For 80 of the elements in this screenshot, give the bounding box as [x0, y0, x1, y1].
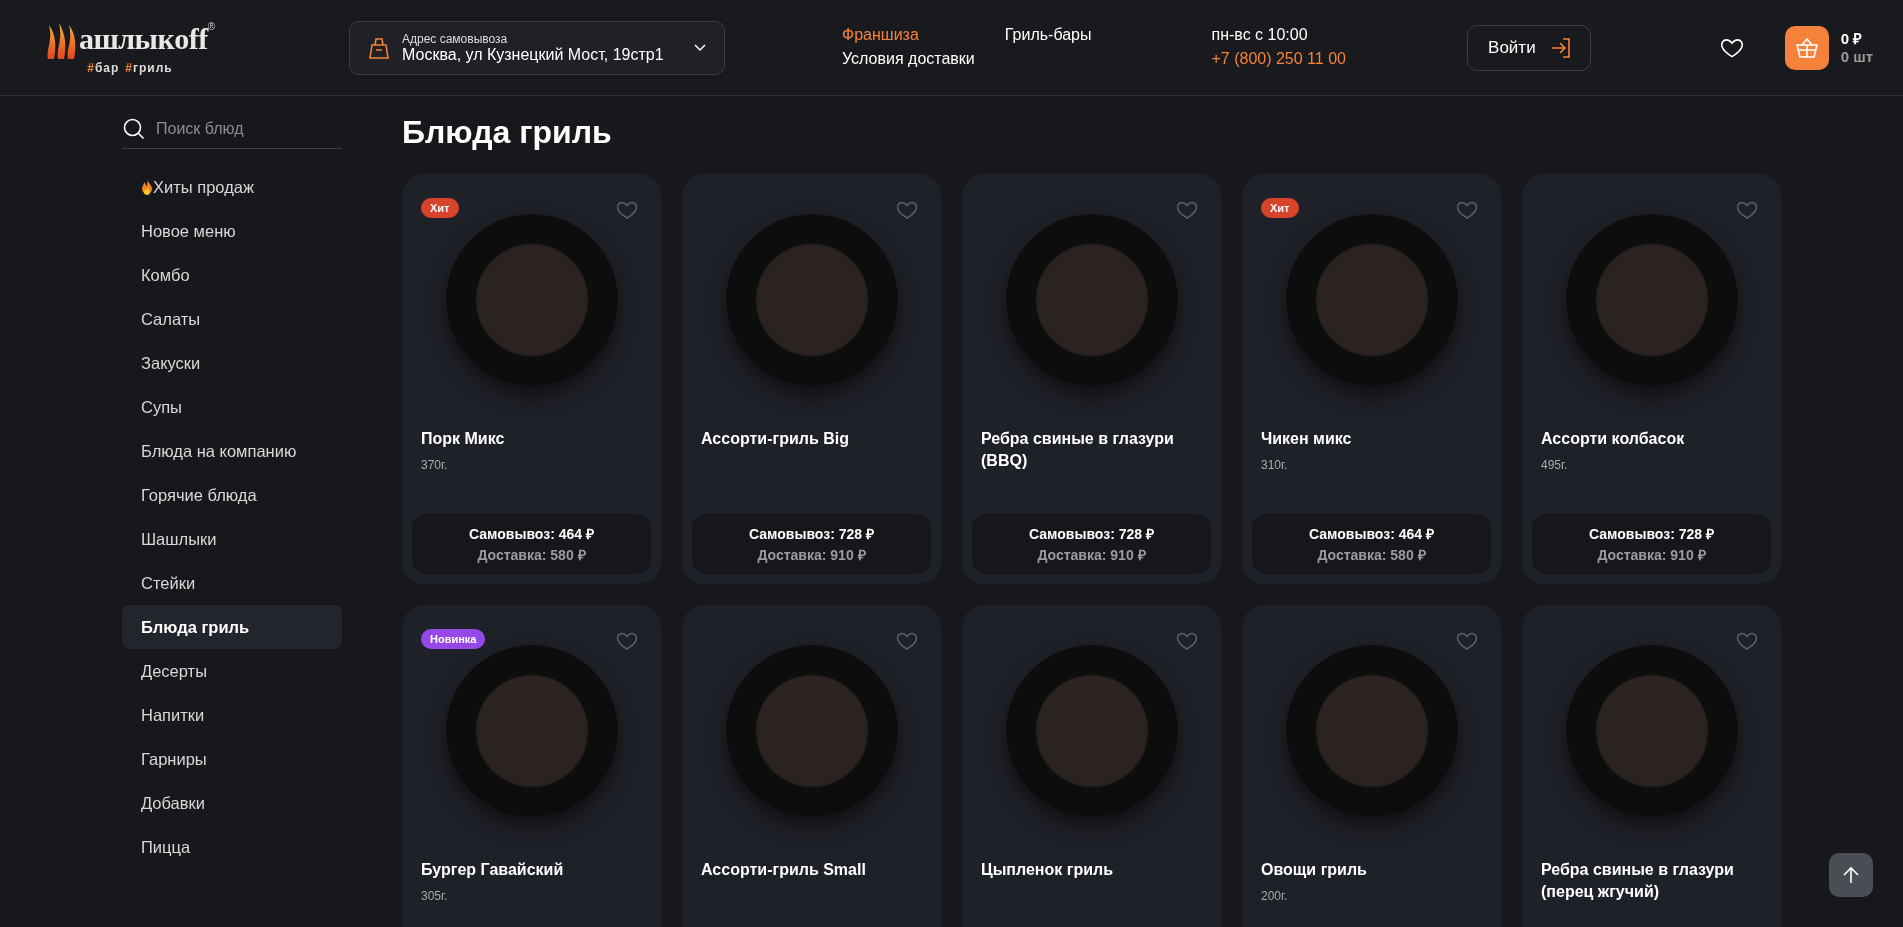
fire-icon	[141, 179, 153, 195]
product-card[interactable]: Овощи гриль 200г.	[1242, 605, 1501, 927]
product-weight: 370г.	[421, 458, 449, 472]
delivery-price: Доставка: 580 ₽	[1317, 546, 1426, 564]
nav-link[interactable]: Условия доставки	[842, 50, 975, 68]
address-selector[interactable]: Адрес самовывоза Москва, ул Кузнецкий Мост, 19стр1	[349, 20, 725, 75]
opening-hours: пн-вс с 10:00	[1211, 26, 1309, 44]
arrow-up-icon	[1842, 866, 1860, 884]
product-card[interactable]: Ребра свиные в глазури (BBQ) Самовывоз: 728 ₽ Доставка: 910 ₽	[962, 174, 1221, 584]
delivery-price: Доставка: 580 ₽	[477, 546, 586, 564]
product-name: Бургер Гавайский	[421, 860, 565, 880]
cart-count: 0 шт	[1840, 47, 1873, 66]
cart-sum: 0 ₽	[1840, 29, 1864, 48]
category-item[interactable]: Десерты	[122, 649, 342, 693]
pickup-price: Самовывоз: 464 ₽	[469, 525, 594, 543]
product-name: Ассорти-гриль Small	[701, 860, 867, 880]
category-item[interactable]: Комбо	[122, 253, 342, 297]
category-item[interactable]: Закуски	[122, 341, 342, 385]
product-card[interactable]: Ассорти-гриль Small	[682, 605, 941, 927]
pickup-price: Самовывоз: 728 ₽	[1029, 525, 1154, 543]
nav-link[interactable]: Гриль-бары	[1004, 26, 1092, 44]
product-card[interactable]: Цыпленок гриль	[962, 605, 1221, 927]
category-item[interactable]: Стейки	[122, 561, 342, 605]
delivery-price: Доставка: 910 ₽	[1597, 546, 1706, 564]
product-name: Ассорти-гриль Big	[701, 429, 850, 449]
bag-icon	[368, 35, 390, 60]
product-name: Ребра свиные в глазури (перец жгучий)	[1541, 860, 1735, 902]
product-weight: 310г.	[1261, 458, 1289, 472]
nav-link[interactable]: Франшиза	[842, 26, 975, 44]
pickup-price: Самовывоз: 464 ₽	[1309, 525, 1434, 543]
category-item[interactable]: Горячие блюда	[122, 473, 342, 517]
pickup-price: Самовывоз: 728 ₽	[749, 525, 874, 543]
product-name: Овощи гриль	[1261, 860, 1368, 880]
login-button[interactable]: Войти	[1467, 24, 1591, 71]
page-title: Блюда гриль	[402, 113, 613, 152]
product-card[interactable]: Ребра свиные в глазури (перец жгучий)	[1522, 605, 1781, 927]
phone-link[interactable]: +7 (800) 250 11 00	[1211, 50, 1346, 68]
product-name: Чикен микс	[1261, 429, 1353, 449]
scroll-top-button[interactable]	[1829, 853, 1873, 897]
address-label: Адрес самовывоза	[402, 31, 509, 46]
product-name: Цыпленок гриль	[981, 860, 1115, 880]
product-name: Порк Микс	[421, 429, 506, 449]
product-weight: 200г.	[1261, 889, 1289, 903]
pickup-price: Самовывоз: 728 ₽	[1589, 525, 1714, 543]
address-value: Москва, ул Кузнецкий Мост, 19стр1	[402, 45, 665, 64]
category-item[interactable]: Блюда гриль	[122, 605, 342, 649]
login-icon	[1549, 36, 1572, 59]
registered-mark: ®	[207, 20, 216, 32]
category-item[interactable]: Супы	[122, 385, 342, 429]
category-item[interactable]: Гарниры	[122, 737, 342, 781]
logo-tagline: #бар	[87, 60, 120, 75]
product-card[interactable]: Хит Порк Микс 370г. Самовывоз: 464 ₽ Доставка: 580 ₽	[402, 174, 661, 584]
product-badge: Новинка	[421, 629, 486, 649]
delivery-price: Доставка: 910 ₽	[1037, 546, 1146, 564]
product-name: Ассорти колбасок	[1541, 429, 1686, 449]
product-card[interactable]: Новинка Бургер Гавайский 305г.	[402, 605, 661, 927]
delivery-price: Доставка: 910 ₽	[757, 546, 866, 564]
search-icon	[122, 117, 146, 141]
category-item[interactable]: Напитки	[122, 693, 342, 737]
category-item[interactable]: Салаты	[122, 297, 342, 341]
product-card[interactable]: Хит Чикен микс 310г. Самовывоз: 464 ₽ Доставка: 580 ₽	[1242, 174, 1501, 584]
brand-logo-text: ашлыкoff	[78, 20, 208, 57]
category-item[interactable]: Хиты продаж	[122, 165, 342, 209]
product-badge: Хит	[421, 198, 459, 218]
category-item[interactable]: Добавки	[122, 781, 342, 825]
category-item[interactable]: Пицца	[122, 825, 342, 869]
logo-tagline: #гриль	[125, 60, 173, 75]
category-item[interactable]: Новое меню	[122, 209, 342, 253]
product-card[interactable]: Ассорти колбасок 495г. Самовывоз: 728 ₽ Доставка: 910 ₽	[1522, 174, 1781, 584]
product-card[interactable]: Ассорти-гриль Big Самовывоз: 728 ₽ Доставка: 910 ₽	[682, 174, 941, 584]
product-badge: Хит	[1261, 198, 1299, 218]
basket-icon	[1794, 36, 1819, 59]
chevron-down-icon	[694, 43, 706, 52]
product-weight: 305г.	[421, 889, 449, 903]
cart-button[interactable]	[1784, 25, 1829, 70]
product-name: Ребра свиные в глазури (BBQ)	[981, 429, 1175, 471]
category-item[interactable]: Блюда на компанию	[122, 429, 342, 473]
category-item[interactable]: Шашлыки	[122, 517, 342, 561]
product-weight: 495г.	[1541, 458, 1569, 472]
search-field[interactable]: Поиск блюд	[154, 119, 365, 139]
